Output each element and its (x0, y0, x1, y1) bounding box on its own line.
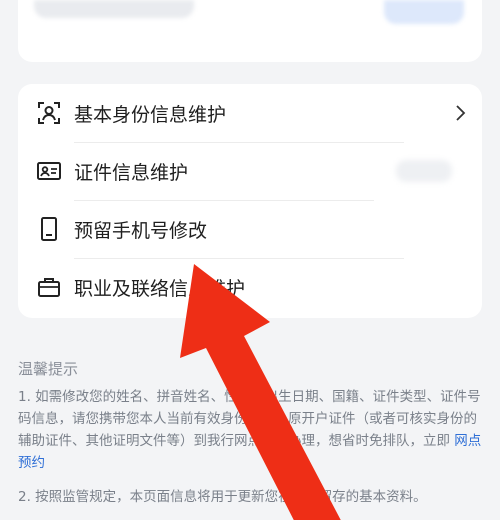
tips-paragraph-1: 1. 如需修改您的姓名、拼音姓名、性别、出生日期、国籍、证件类型、证件号码信息，… (18, 386, 482, 474)
menu-item-label: 职业及联络信息维护 (74, 277, 246, 300)
tips-paragraph-2: 2. 按照监管规定，本页面信息将用于更新您在我行留存的基本资料。 (18, 489, 427, 505)
id-person-icon (38, 102, 60, 124)
menu-item-label: 证件信息维护 (74, 161, 189, 184)
blurred-button[interactable] (384, 0, 464, 24)
menu-item-basic-identity[interactable]: 基本身份信息维护 (18, 84, 482, 142)
phone-icon (41, 217, 57, 241)
top-card (18, 0, 482, 62)
briefcase-icon (38, 278, 60, 297)
menu-item-occupation-contact[interactable]: 职业及联络信息维护 (18, 258, 482, 316)
tips-text: 1. 如需修改您的姓名、拼音姓名、性别、出生日期、国籍、证件类型、证件号码信息，… (18, 389, 481, 449)
menu-item-label: 基本身份信息维护 (74, 103, 227, 126)
blurred-content (34, 0, 194, 18)
menu-item-certificate-info[interactable]: 证件信息维护 (18, 142, 482, 200)
id-card-icon (37, 162, 61, 180)
tips-title: 温馨提示 (18, 360, 79, 378)
menu-item-label: 预留手机号修改 (74, 219, 208, 242)
info-menu-card: 基本身份信息维护 证件信息维护 预留手机号修改 职业及联络信息维护 (18, 84, 482, 318)
chevron-right-icon (456, 105, 466, 121)
blurred-value (396, 160, 452, 182)
menu-item-reserved-phone[interactable]: 预留手机号修改 (18, 200, 482, 258)
